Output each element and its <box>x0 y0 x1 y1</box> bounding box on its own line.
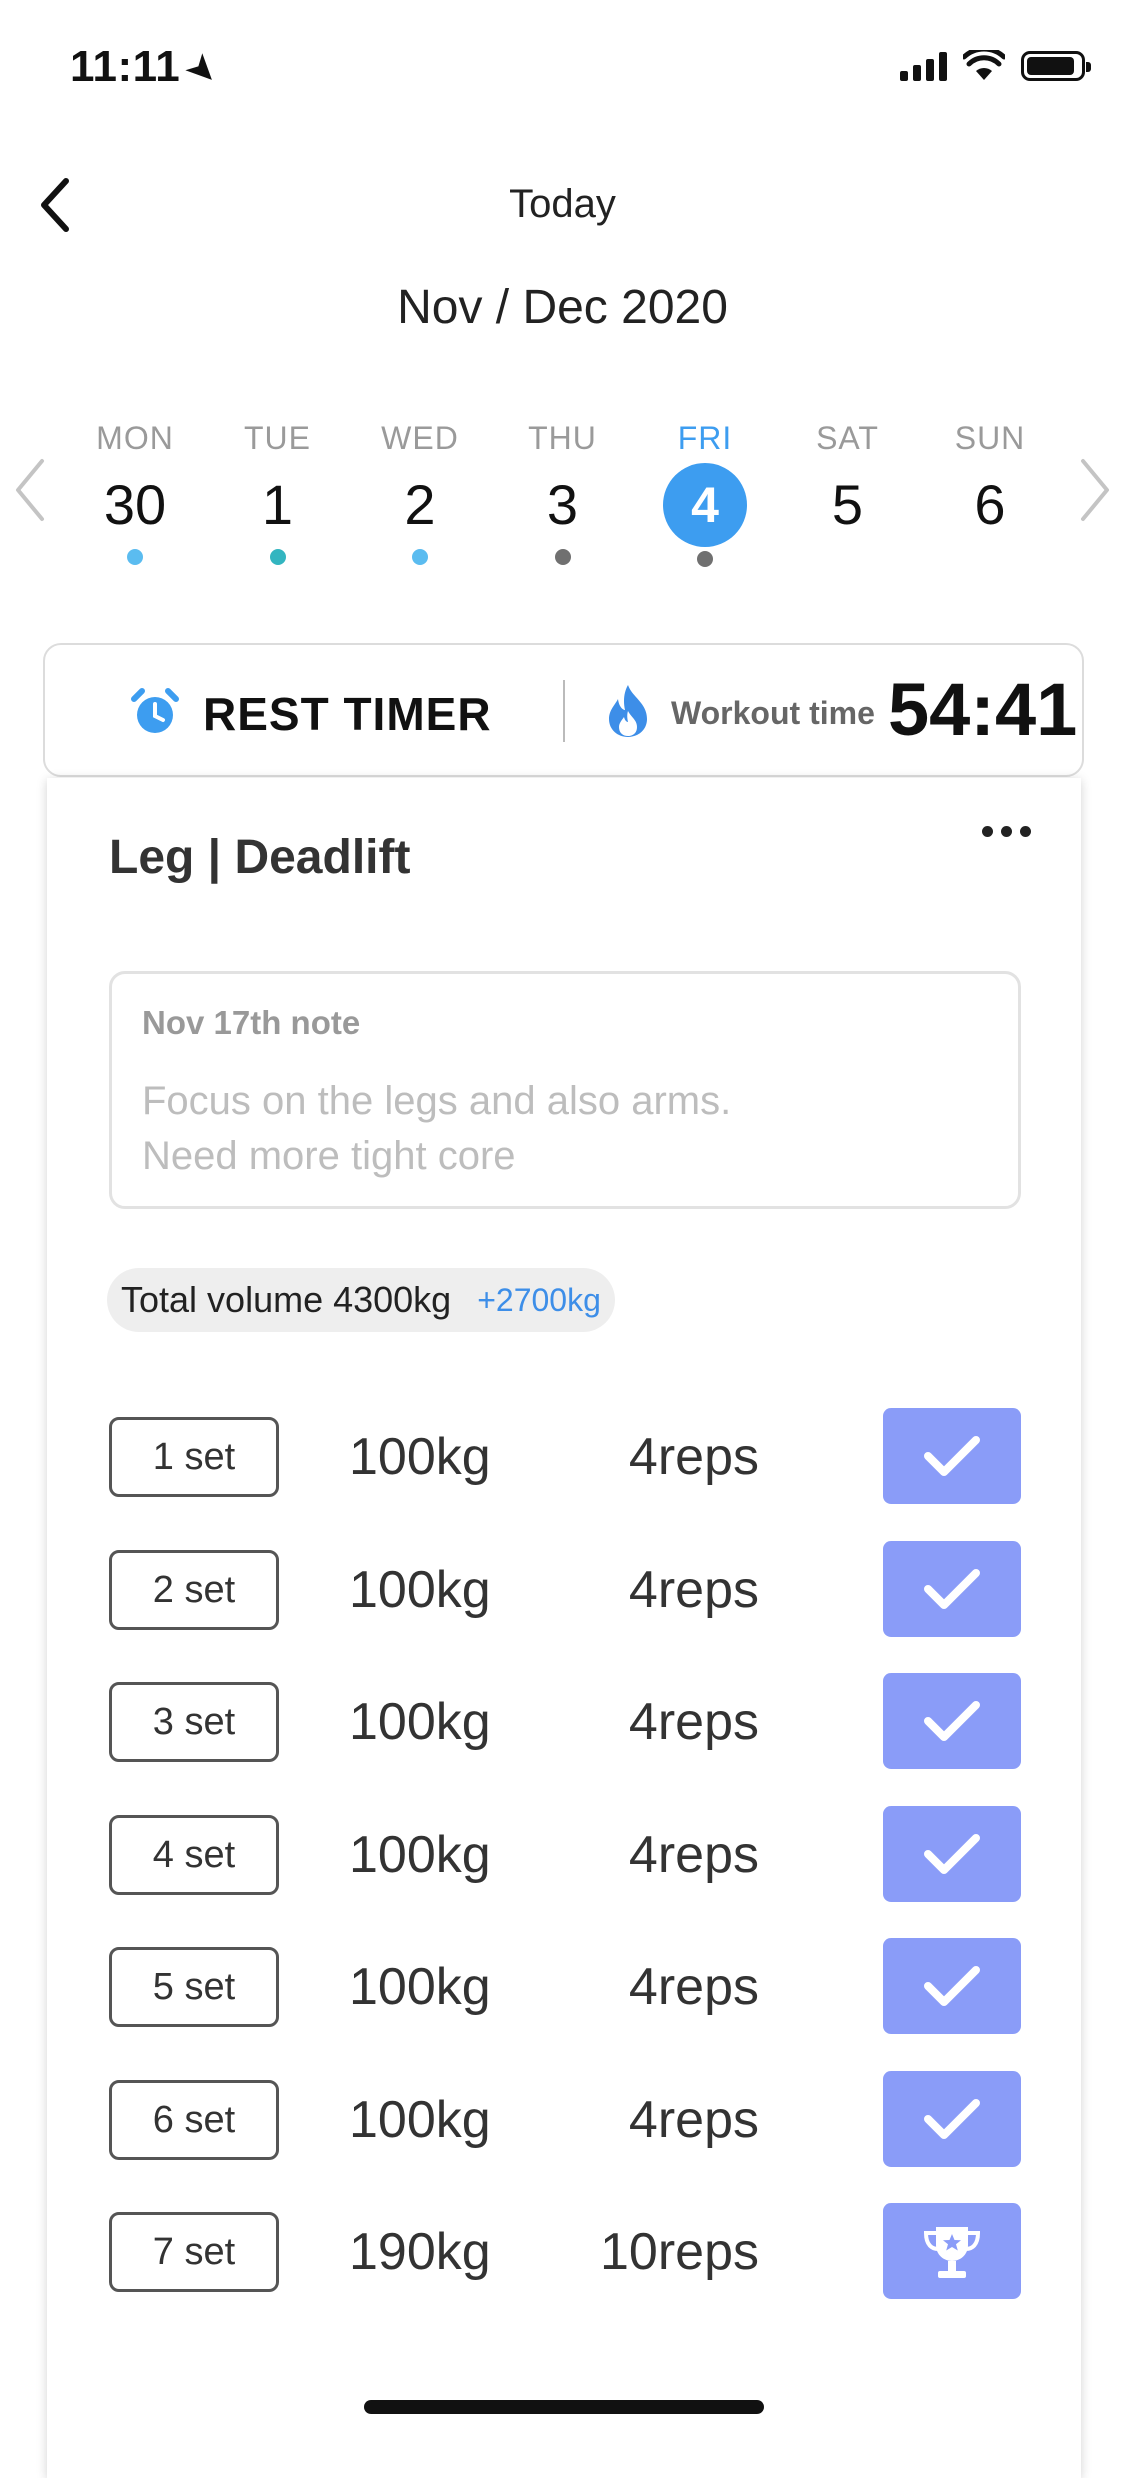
trophy-icon <box>923 2227 981 2278</box>
set-complete-button[interactable] <box>883 1805 1021 1902</box>
total-volume-label: Total volume 4300kg <box>121 1279 452 1320</box>
status-time: 11:11➤ <box>70 42 226 94</box>
day-name: FRI <box>677 420 733 456</box>
status-time-label: 11:11 <box>70 42 181 91</box>
note-text: Focus on the legs and also arms. Need mo… <box>142 1079 732 1178</box>
day-name: WED <box>381 420 459 456</box>
set-complete-button[interactable] <box>883 1540 1021 1637</box>
month-label[interactable]: Nov / Dec 2020 <box>0 280 1125 335</box>
set-weight[interactable]: 190kg <box>349 2203 509 2301</box>
check-icon <box>924 1701 980 1741</box>
day-number: 30 <box>103 473 167 536</box>
set-weight[interactable]: 100kg <box>349 1673 509 1771</box>
set-complete-button[interactable] <box>883 2070 1021 2167</box>
set-complete-button[interactable] <box>883 1673 1021 1769</box>
day-sat[interactable]: SAT 5 <box>793 420 903 545</box>
cellular-signal-icon <box>900 51 947 81</box>
alarm-clock-icon <box>131 688 179 733</box>
next-week-icon[interactable] <box>1075 455 1115 525</box>
set-row: 1 set 100kg 4reps <box>109 1408 1021 1506</box>
day-fri[interactable]: FRI 4 <box>650 420 760 567</box>
activity-dot <box>554 549 571 565</box>
day-name: THU <box>528 420 597 456</box>
set-number-button[interactable]: 3 set <box>109 1682 279 1762</box>
set-number-button[interactable]: 7 set <box>109 2212 279 2292</box>
workout-time-value: 54:41 <box>888 668 1078 751</box>
set-reps[interactable]: 4reps <box>629 1541 759 1639</box>
previous-week-icon[interactable] <box>10 455 50 525</box>
set-number-button[interactable]: 6 set <box>109 2079 279 2160</box>
set-row: 2 set 100kg 4reps <box>109 1540 1021 1639</box>
activity-dot <box>697 551 713 567</box>
flame-icon <box>609 685 647 737</box>
note-date: Nov 17th note <box>142 1004 361 1041</box>
activity-dot <box>269 549 286 565</box>
set-row: 7 set 190kg 10reps <box>109 2203 1021 2301</box>
day-number: 2 <box>404 473 436 536</box>
note-box[interactable]: Nov 17th note Focus on the legs and also… <box>109 971 1021 1209</box>
set-weight[interactable]: 100kg <box>349 1408 509 1506</box>
set-reps[interactable]: 4reps <box>629 1806 759 1904</box>
set-number-button[interactable]: 1 set <box>109 1417 279 1497</box>
set-row: 6 set 100kg 4reps <box>109 2070 1021 2169</box>
set-weight[interactable]: 100kg <box>349 2071 509 2169</box>
day-number: 3 <box>546 473 579 536</box>
day-number: 1 <box>261 473 294 536</box>
exercise-card: Leg | Deadlift Nov 17th note Focus on th… <box>47 778 1081 2478</box>
day-wed[interactable]: WED 2 <box>365 420 475 565</box>
set-weight[interactable]: 100kg <box>349 1541 509 1639</box>
location-arrow-icon: ➤ <box>178 46 227 94</box>
check-icon <box>924 1833 980 1874</box>
set-row: 4 set 100kg 4reps <box>109 1805 1021 1904</box>
day-number: 6 <box>974 473 1006 536</box>
more-options-icon[interactable] <box>982 826 1031 837</box>
battery-icon <box>1021 51 1091 81</box>
total-volume-badge: Total volume 4300kg +2700kg <box>107 1268 615 1332</box>
set-reps[interactable]: 10reps <box>600 2203 759 2301</box>
workout-time-label: Workout time <box>671 695 875 731</box>
timer-divider <box>563 680 565 742</box>
day-mon[interactable]: MON 30 <box>80 420 190 565</box>
day-number: 4 <box>663 463 747 547</box>
page-title: Today <box>509 182 616 226</box>
status-indicators <box>900 50 1091 82</box>
set-number-button[interactable]: 2 set <box>109 1549 279 1630</box>
day-name: TUE <box>244 420 311 456</box>
rest-timer-button[interactable]: REST TIMER <box>203 687 492 741</box>
set-reps[interactable]: 4reps <box>629 1938 759 2036</box>
timer-bar: REST TIMER Workout time 54:41 <box>43 643 1084 777</box>
day-name: SUN <box>954 420 1026 456</box>
day-name: SAT <box>816 420 879 456</box>
set-complete-button[interactable] <box>883 2203 1021 2299</box>
set-complete-button[interactable] <box>883 1938 1021 2034</box>
home-indicator <box>364 2400 764 2414</box>
set-reps[interactable]: 4reps <box>629 1673 759 1771</box>
set-number-button[interactable]: 4 set <box>109 1814 279 1895</box>
activity-dot <box>127 549 143 565</box>
check-icon <box>924 1568 980 1609</box>
set-reps[interactable]: 4reps <box>629 2071 759 2169</box>
day-tue[interactable]: TUE 1 <box>223 420 333 565</box>
exercise-title: Leg | Deadlift <box>109 831 411 884</box>
wifi-icon <box>963 50 1005 80</box>
set-row: 5 set 100kg 4reps <box>109 1938 1021 2036</box>
volume-delta: +2700kg <box>477 1281 601 1318</box>
set-number-button[interactable]: 5 set <box>109 1947 279 2027</box>
check-icon <box>924 1436 980 1476</box>
set-complete-button[interactable] <box>883 1408 1021 1504</box>
day-sun[interactable]: SUN 6 <box>935 420 1045 545</box>
check-icon <box>924 2098 980 2139</box>
activity-dot <box>412 549 428 565</box>
set-weight[interactable]: 100kg <box>349 1938 509 2036</box>
set-row: 3 set 100kg 4reps <box>109 1673 1021 1771</box>
check-icon <box>924 1966 980 2006</box>
set-weight[interactable]: 100kg <box>349 1806 509 1904</box>
set-reps[interactable]: 4reps <box>629 1408 759 1506</box>
day-thu[interactable]: THU 3 <box>508 420 618 565</box>
day-name: MON <box>96 420 174 456</box>
day-number: 5 <box>831 473 864 536</box>
